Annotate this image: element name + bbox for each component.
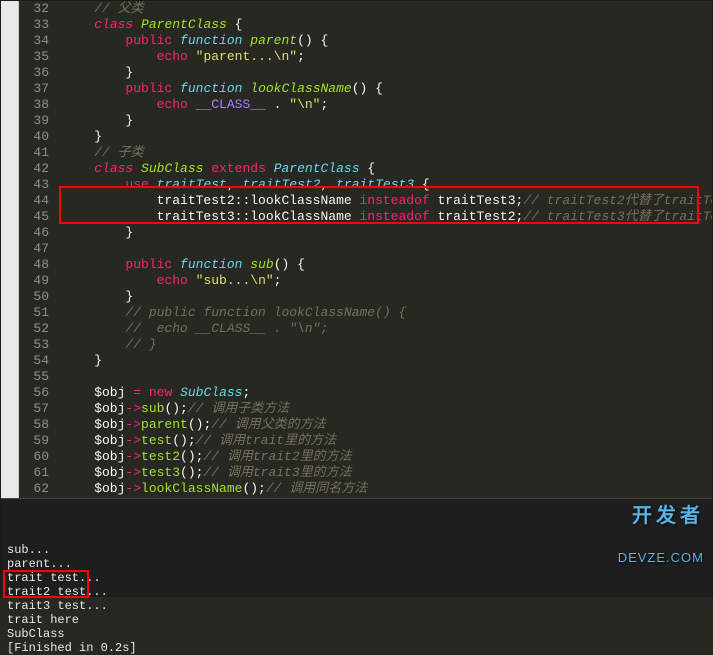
code-line[interactable]: $obj->parent();// 调用父类的方法 (59, 417, 712, 433)
code-line[interactable]: // echo __CLASS__ . "\n"; (59, 321, 712, 337)
code-line[interactable]: // } (59, 337, 712, 353)
code-line[interactable]: $obj->test3();// 调用trait3里的方法 (59, 465, 712, 481)
line-number: 59 (19, 433, 49, 449)
line-number-gutter: 3233343536373839404142434445464748495051… (19, 1, 59, 498)
line-number: 32 (19, 1, 49, 17)
line-number: 48 (19, 257, 49, 273)
line-number: 49 (19, 273, 49, 289)
line-number: 46 (19, 225, 49, 241)
code-line[interactable]: } (59, 129, 712, 145)
code-area[interactable]: // 父类 class ParentClass { public functio… (59, 1, 712, 498)
code-line[interactable]: } (59, 353, 712, 369)
code-line[interactable]: $obj->lookClassName();// 调用同名方法 (59, 481, 712, 497)
code-line[interactable]: public function lookClassName() { (59, 81, 712, 97)
line-number: 57 (19, 401, 49, 417)
line-number: 44 (19, 193, 49, 209)
output-console[interactable]: 开发者 DEVZE.COM sub...parent...trait test.… (1, 498, 712, 597)
line-number: 61 (19, 465, 49, 481)
line-number: 52 (19, 321, 49, 337)
watermark-text-cn: 开发者 (618, 509, 704, 523)
code-line[interactable]: traitTest3::lookClassName insteadof trai… (59, 209, 712, 225)
code-line[interactable]: class ParentClass { (59, 17, 712, 33)
line-number: 53 (19, 337, 49, 353)
line-number: 45 (19, 209, 49, 225)
line-number: 39 (19, 113, 49, 129)
line-number: 58 (19, 417, 49, 433)
line-number: 47 (19, 241, 49, 257)
line-number: 33 (19, 17, 49, 33)
code-line[interactable]: } (59, 113, 712, 129)
code-line[interactable]: } (59, 289, 712, 305)
line-number: 60 (19, 449, 49, 465)
code-line[interactable]: $obj = new SubClass; (59, 385, 712, 401)
code-line[interactable]: } (59, 65, 712, 81)
line-number: 55 (19, 369, 49, 385)
code-line[interactable]: echo "sub...\n"; (59, 273, 712, 289)
line-number: 38 (19, 97, 49, 113)
line-number: 34 (19, 33, 49, 49)
line-number: 51 (19, 305, 49, 321)
code-line[interactable]: public function parent() { (59, 33, 712, 49)
line-number: 54 (19, 353, 49, 369)
code-line[interactable]: echo __CLASS__ . "\n"; (59, 97, 712, 113)
code-line[interactable] (59, 241, 712, 257)
line-number: 36 (19, 65, 49, 81)
line-number: 43 (19, 177, 49, 193)
code-line[interactable]: $obj->test();// 调用trait里的方法 (59, 433, 712, 449)
output-line: trait here (7, 613, 706, 627)
line-number: 62 (19, 481, 49, 497)
code-line[interactable]: echo "parent...\n"; (59, 49, 712, 65)
code-line[interactable]: } (59, 225, 712, 241)
code-line[interactable]: // public function lookClassName() { (59, 305, 712, 321)
output-line: parent... (7, 557, 706, 571)
code-line[interactable]: class SubClass extends ParentClass { (59, 161, 712, 177)
output-line: [Finished in 0.2s] (7, 641, 706, 655)
line-number: 35 (19, 49, 49, 65)
line-number: 41 (19, 145, 49, 161)
fold-gutter (1, 1, 19, 498)
output-line: sub... (7, 543, 706, 557)
code-line[interactable]: // 子类 (59, 145, 712, 161)
line-number: 42 (19, 161, 49, 177)
line-number: 37 (19, 81, 49, 97)
code-line[interactable] (59, 369, 712, 385)
line-number: 56 (19, 385, 49, 401)
output-line: SubClass (7, 627, 706, 641)
code-line[interactable]: $obj->test2();// 调用trait2里的方法 (59, 449, 712, 465)
line-number: 40 (19, 129, 49, 145)
line-number: 50 (19, 289, 49, 305)
code-line[interactable]: $obj->sub();// 调用子类方法 (59, 401, 712, 417)
code-line[interactable]: use traitTest, traitTest2, traitTest3 { (59, 177, 712, 193)
code-line[interactable]: // 父类 (59, 1, 712, 17)
output-line: trait3 test... (7, 599, 706, 613)
code-editor[interactable]: 3233343536373839404142434445464748495051… (1, 1, 712, 498)
output-line: trait test... (7, 571, 706, 585)
code-line[interactable]: public function sub() { (59, 257, 712, 273)
code-line[interactable]: traitTest2::lookClassName insteadof trai… (59, 193, 712, 209)
